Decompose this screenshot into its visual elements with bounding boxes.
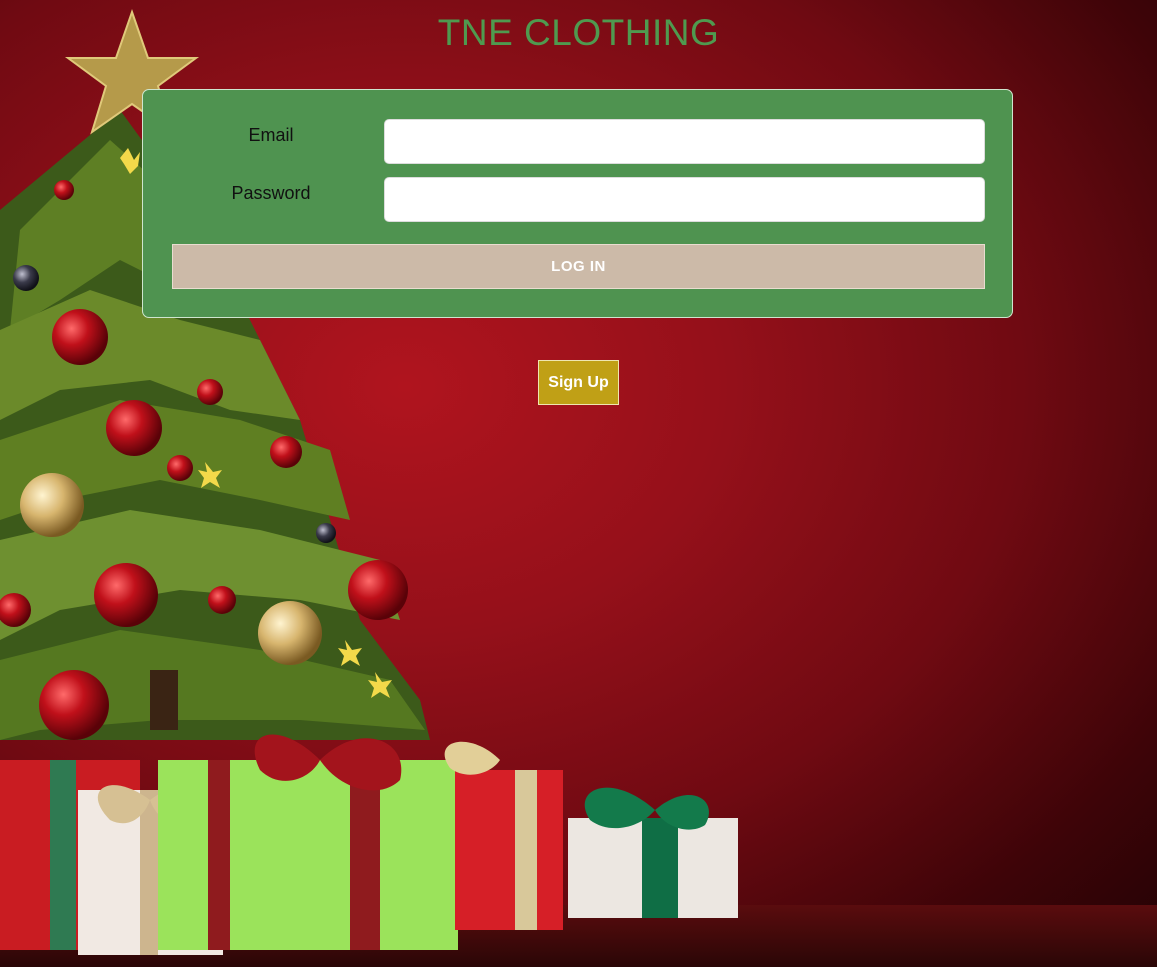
brand-title: TNE CLOTHING [437,12,720,53]
login-button[interactable]: LOG IN [172,244,985,289]
signup-button[interactable]: Sign Up [538,360,619,405]
email-input[interactable] [384,119,985,164]
password-input[interactable] [384,177,985,222]
login-form-panel: Email Password LOG IN [142,89,1013,318]
password-label: Password [231,183,311,203]
email-label: Email [248,125,294,145]
login-page: TNE CLOTHING Email Password LOG IN Sign … [0,0,1157,967]
